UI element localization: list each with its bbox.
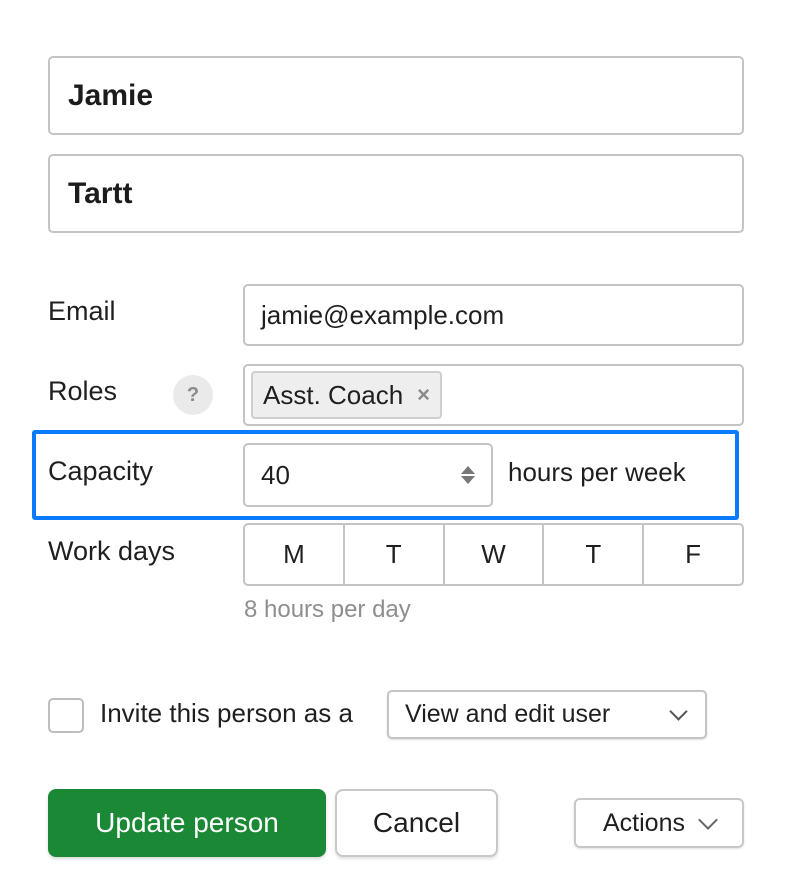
workdays-selector: M T W T F (243, 523, 744, 586)
cancel-label: Cancel (372, 807, 461, 838)
roles-label: Roles (48, 376, 118, 406)
help-icon[interactable]: ? (173, 375, 213, 415)
role-tag: Asst. Coach × (251, 371, 443, 419)
email-value: jamie@example.com (261, 299, 505, 330)
workdays-hint: 8 hours per day (244, 596, 411, 623)
cancel-button[interactable]: Cancel (335, 789, 498, 857)
invite-role-select[interactable]: View and edit user (387, 690, 707, 739)
invite-role-value: View and edit user (405, 700, 611, 728)
actions-label: Actions (603, 808, 685, 837)
decrement-arrow-icon[interactable] (461, 476, 475, 484)
actions-dropdown-button[interactable]: Actions (574, 798, 744, 848)
last-name-value: Tartt (68, 176, 133, 210)
update-person-button[interactable]: Update person (48, 789, 326, 857)
first-name-input[interactable]: Jamie (48, 56, 744, 135)
capacity-unit: hours per week (508, 457, 686, 487)
capacity-label: Capacity (48, 456, 154, 486)
first-name-value: Jamie (68, 78, 154, 112)
email-label: Email (48, 296, 116, 326)
increment-arrow-icon[interactable] (461, 466, 475, 474)
last-name-input[interactable]: Tartt (48, 154, 744, 233)
invite-checkbox[interactable] (48, 698, 84, 733)
workday-friday[interactable]: F (644, 525, 742, 584)
chevron-down-icon (669, 701, 688, 721)
update-person-label: Update person (95, 807, 279, 838)
capacity-value: 40 (261, 459, 290, 490)
chevron-down-icon (698, 809, 718, 830)
workday-wednesday[interactable]: W (445, 525, 545, 584)
workday-tuesday[interactable]: T (345, 525, 445, 584)
spinner-icon[interactable] (461, 466, 475, 484)
invite-label: Invite this person as a (100, 698, 353, 728)
workday-thursday[interactable]: T (544, 525, 645, 584)
remove-role-icon[interactable]: × (417, 382, 430, 408)
roles-field[interactable]: Asst. Coach × (243, 364, 744, 426)
email-field[interactable]: jamie@example.com (243, 284, 744, 346)
workdays-label: Work days (48, 536, 176, 566)
role-tag-label: Asst. Coach (263, 379, 404, 410)
capacity-stepper[interactable]: 40 (243, 443, 493, 507)
workday-monday[interactable]: M (245, 525, 345, 584)
